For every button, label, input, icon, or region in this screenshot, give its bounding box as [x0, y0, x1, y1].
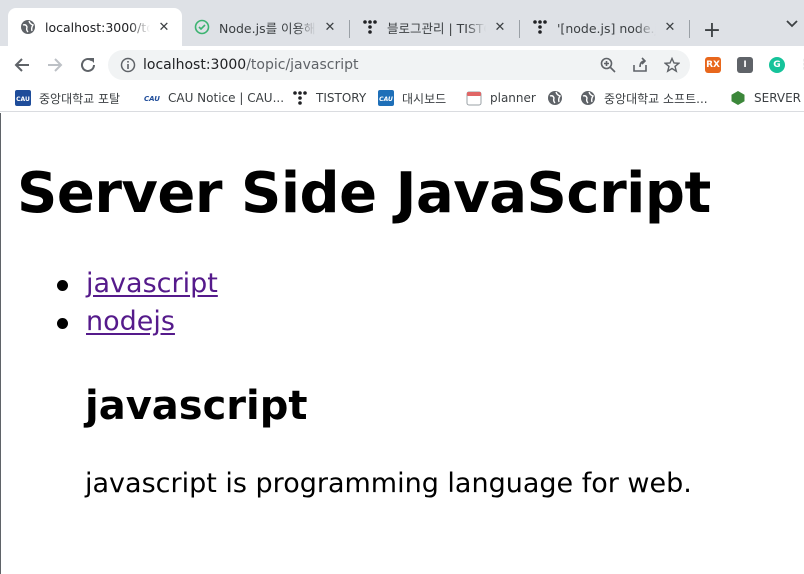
svg-text:CAU: CAU — [379, 96, 393, 103]
calendar-icon — [466, 90, 482, 106]
close-tab-icon[interactable]: ✕ — [662, 19, 678, 35]
bullet — [57, 318, 68, 329]
svg-text:CAU: CAU — [16, 96, 30, 103]
site-info-icon[interactable] — [120, 57, 136, 73]
tab-nodejs-course[interactable]: Node.js를 이용해 웹 ✕ — [182, 8, 348, 46]
address-bar[interactable]: localhost:3000/topic/javascript — [108, 50, 690, 80]
url-path: /topic/javascript — [246, 57, 359, 73]
close-tab-icon[interactable]: ✕ — [322, 19, 338, 35]
tab-title: '[node.js] node.js 웹 — [557, 20, 656, 36]
globe-icon — [20, 19, 36, 35]
forward-button[interactable] — [43, 53, 67, 77]
tab-search-icon[interactable] — [782, 14, 802, 34]
edwith-icon — [194, 19, 210, 35]
list-item: nodejs — [57, 303, 218, 341]
browser-toolbar: localhost:3000/topic/javascript RX I G ⋮ — [0, 46, 804, 84]
globe-icon — [580, 90, 596, 106]
url-text[interactable]: localhost:3000/topic/javascript — [143, 57, 359, 73]
tistory-icon — [362, 19, 378, 35]
share-icon[interactable] — [632, 57, 648, 73]
globe-icon — [547, 90, 563, 106]
tab-separator — [689, 20, 690, 38]
close-tab-icon[interactable]: ✕ — [156, 19, 172, 35]
cau-logo-icon: CAU — [144, 90, 160, 106]
rx-extension-icon[interactable]: RX — [705, 57, 721, 73]
reload-button[interactable] — [76, 53, 100, 77]
bullet — [57, 280, 68, 291]
topic-list: javascript nodejs — [57, 265, 218, 341]
tab-title: localhost:3000/topic/javascript — [45, 19, 150, 35]
bookmark-label: TISTORY — [316, 91, 367, 105]
grammarly-icon[interactable]: G — [769, 57, 785, 73]
bookmark-cau-software[interactable]: 중앙대학교 소프트... — [580, 89, 708, 107]
topic-link-nodejs[interactable]: nodejs — [86, 306, 175, 337]
close-tab-icon[interactable]: ✕ — [492, 19, 508, 35]
tab-title: Node.js를 이용해 웹 — [219, 20, 316, 36]
bookmark-tistory[interactable]: TISTORY — [292, 89, 366, 107]
tistory-icon — [532, 19, 548, 35]
menu-icon[interactable]: ⋮ — [797, 57, 804, 73]
bookmark-dashboard[interactable]: CAU 대시보드 — [378, 89, 446, 107]
tab-tistory-post[interactable]: '[node.js] node.js 웹 ✕ — [520, 8, 688, 46]
bookmark-label: 중앙대학교 포탈 — [39, 91, 121, 106]
bookmark-label: planner — [490, 91, 536, 105]
bookmarks-bar: CAU 중앙대학교 포탈 CAU CAU Notice | CAU... TIS… — [0, 84, 804, 112]
list-item: javascript — [57, 265, 218, 303]
tab-title: 블로그관리 | TISTORY — [387, 20, 486, 36]
node-icon — [730, 90, 746, 106]
dashboard-icon: CAU — [378, 90, 394, 106]
topic-description: javascript is programming language for w… — [85, 468, 692, 499]
tistory-icon — [292, 90, 308, 106]
bookmark-cau-notice[interactable]: CAU CAU Notice | CAU... — [144, 89, 284, 107]
bookmark-globe[interactable] — [547, 89, 571, 107]
page-heading[interactable]: Server Side JavaScript — [17, 161, 711, 226]
bookmark-label: 대시보드 — [402, 91, 447, 106]
topic-title: javascript — [85, 383, 308, 429]
i-extension-icon[interactable]: I — [737, 57, 753, 73]
bookmark-server[interactable]: SERVER — [730, 89, 801, 107]
tab-tistory-admin[interactable]: 블로그관리 | TISTORY ✕ — [350, 8, 518, 46]
zoom-icon[interactable] — [600, 57, 616, 73]
bookmark-star-icon[interactable] — [664, 57, 680, 73]
url-host: localhost:3000 — [143, 57, 247, 73]
cau-icon: CAU — [15, 90, 31, 106]
svg-text:CAU: CAU — [144, 95, 160, 103]
bookmark-cau-portal[interactable]: CAU 중앙대학교 포탈 — [15, 89, 120, 107]
topic-link-javascript[interactable]: javascript — [86, 268, 218, 299]
bookmark-label: CAU Notice | CAU... — [168, 91, 285, 105]
new-tab-button[interactable]: + — [700, 18, 724, 43]
back-button[interactable] — [10, 53, 34, 77]
page-content: Server Side JavaScript javascript nodejs… — [0, 113, 804, 574]
bookmark-planner[interactable]: planner — [466, 89, 536, 107]
tab-localhost[interactable]: localhost:3000/topic/javascript ✕ — [8, 8, 182, 46]
bookmark-label: 중앙대학교 소프트... — [604, 91, 708, 106]
bookmark-label: SERVER — [754, 91, 802, 105]
tab-strip: localhost:3000/topic/javascript ✕ Node.j… — [0, 0, 804, 46]
